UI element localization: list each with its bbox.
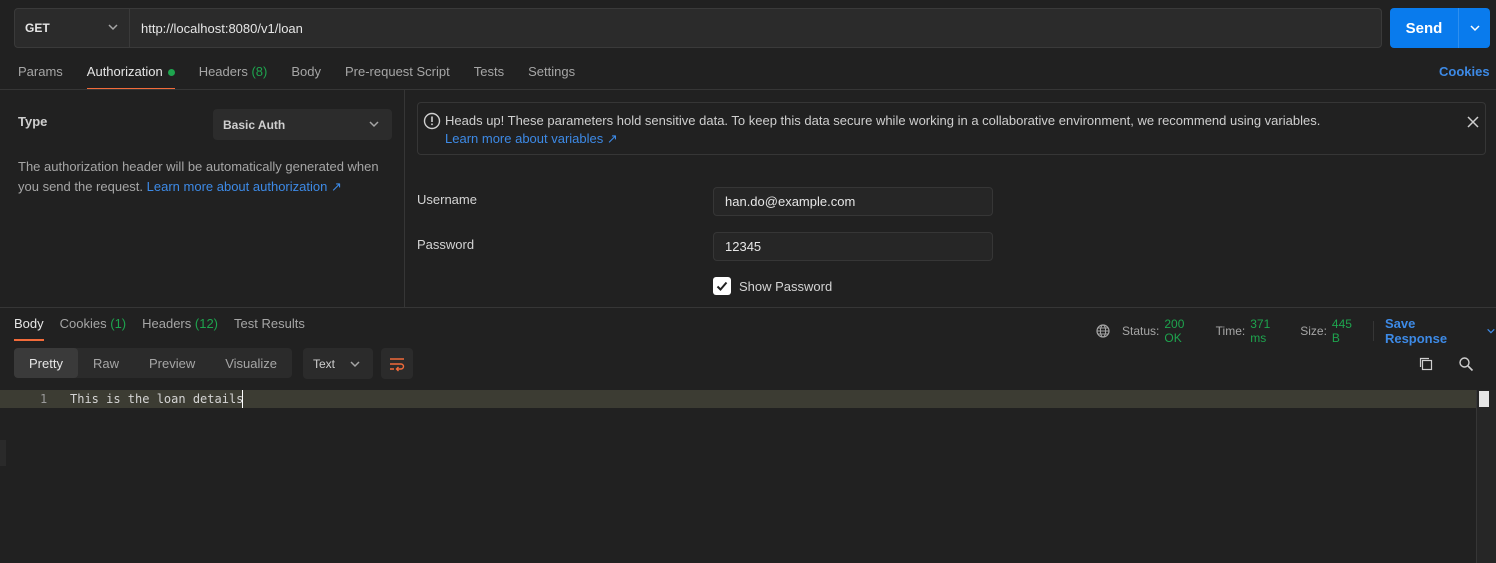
tab-response-body[interactable]: Body xyxy=(14,316,44,341)
scrollbar[interactable] xyxy=(1476,390,1496,563)
method-label: GET xyxy=(25,21,50,35)
tab-test-results[interactable]: Test Results xyxy=(234,316,305,341)
wrap-lines-button[interactable] xyxy=(381,348,413,379)
divider xyxy=(0,89,1496,90)
tab-headers[interactable]: Headers (8) xyxy=(199,64,268,90)
show-password-label[interactable]: Show Password xyxy=(739,279,832,294)
request-tabs: Params Authorization Headers (8) Body Pr… xyxy=(18,64,599,90)
size-label: Size: xyxy=(1300,324,1327,338)
panel-divider xyxy=(404,90,405,307)
wrap-lines-icon xyxy=(390,357,405,371)
search-icon[interactable] xyxy=(1458,356,1474,375)
left-edge-marker xyxy=(0,440,6,466)
tab-body-label: Body xyxy=(291,64,321,79)
tab-response-cookies-count: (1) xyxy=(110,316,127,331)
tab-response-headers-label: Headers xyxy=(142,316,192,331)
tab-test-results-label: Test Results xyxy=(234,316,305,331)
url-text: http://localhost:8080/v1/loan xyxy=(141,20,303,36)
stats-divider xyxy=(1372,321,1374,341)
text-cursor xyxy=(242,390,243,408)
username-value: han.do@example.com xyxy=(725,194,856,209)
learn-more-authorization-link[interactable]: Learn more about authorization ↗ xyxy=(147,179,342,194)
tab-body[interactable]: Body xyxy=(291,64,321,90)
url-input[interactable]: http://localhost:8080/v1/loan xyxy=(129,8,1382,48)
tab-response-cookies[interactable]: Cookies (1) xyxy=(60,316,126,341)
globe-icon[interactable] xyxy=(1096,324,1110,338)
type-label: Type xyxy=(18,114,48,129)
tab-authorization[interactable]: Authorization xyxy=(86,64,175,90)
info-icon xyxy=(423,112,441,133)
password-field[interactable]: 12345 xyxy=(713,232,993,261)
auth-type-select[interactable]: Basic Auth xyxy=(213,109,392,140)
preview-button[interactable]: Preview xyxy=(134,348,210,378)
scrollbar-thumb[interactable] xyxy=(1479,391,1489,407)
time-label: Time: xyxy=(1215,324,1246,338)
chevron-down-icon xyxy=(368,118,380,133)
save-response-button[interactable]: Save Response xyxy=(1385,316,1496,346)
auth-description: The authorization header will be automat… xyxy=(18,157,388,197)
show-password-checkbox[interactable] xyxy=(713,277,731,295)
response-stats: Status: 200 OK Time: 371 ms Size: 445 B Sav… xyxy=(1096,316,1496,346)
tab-response-headers-count: (12) xyxy=(194,316,219,331)
send-button[interactable]: Send xyxy=(1390,8,1490,48)
tab-headers-label: Headers xyxy=(198,64,248,79)
active-dot-icon xyxy=(167,69,175,77)
auth-type-value: Basic Auth xyxy=(223,117,286,132)
tab-tests-label: Tests xyxy=(473,64,505,79)
method-select[interactable]: GET xyxy=(14,8,130,48)
chevron-down-icon xyxy=(349,358,361,373)
cookies-link[interactable]: Cookies xyxy=(1439,64,1490,79)
tab-settings[interactable]: Settings xyxy=(528,64,575,90)
format-toggle: Pretty Raw Preview Visualize xyxy=(14,348,293,378)
format-type-value: Text xyxy=(313,356,336,371)
tab-params-label: Params xyxy=(18,64,63,79)
pretty-button[interactable]: Pretty xyxy=(14,348,78,378)
tab-settings-label: Settings xyxy=(528,64,576,79)
line-number: 1 xyxy=(40,392,48,406)
tab-response-headers[interactable]: Headers (12) xyxy=(142,316,218,341)
check-icon xyxy=(716,281,728,291)
status-label: Status: xyxy=(1122,324,1160,338)
save-response-label: Save Response xyxy=(1384,316,1448,346)
tab-pre-request-label: Pre-request Script xyxy=(344,64,450,79)
status-value: 200 OK xyxy=(1164,317,1185,345)
divider xyxy=(0,307,1496,308)
response-tabs: Body Cookies (1) Headers (12) Test Resul… xyxy=(14,316,321,341)
tab-pre-request-script[interactable]: Pre-request Script xyxy=(345,64,450,90)
tab-headers-count: (8) xyxy=(251,64,268,79)
username-field[interactable]: han.do@example.com xyxy=(713,187,993,216)
time-value: 371 ms xyxy=(1250,317,1271,345)
raw-button[interactable]: Raw xyxy=(78,348,134,378)
chevron-down-icon xyxy=(1487,328,1495,334)
tab-params[interactable]: Params xyxy=(18,64,63,90)
size-value: 445 B xyxy=(1331,317,1352,345)
response-body-text[interactable]: This is the loan details xyxy=(70,392,243,406)
close-icon[interactable] xyxy=(1466,115,1480,132)
chevron-down-icon xyxy=(107,21,119,36)
visualize-button[interactable]: Visualize xyxy=(210,348,292,378)
sensitive-data-alert: Heads up! These parameters hold sensitiv… xyxy=(417,102,1486,155)
alert-message: Heads up! These parameters hold sensitiv… xyxy=(445,113,1321,128)
send-label: Send xyxy=(1405,19,1443,37)
tab-authorization-label: Authorization xyxy=(86,64,163,79)
password-value: 12345 xyxy=(725,239,762,254)
learn-more-variables-link[interactable]: Learn more about variables ↗ xyxy=(445,131,618,147)
format-type-select[interactable]: Text xyxy=(303,348,373,379)
copy-icon[interactable] xyxy=(1418,356,1434,375)
tab-tests[interactable]: Tests xyxy=(474,64,504,90)
tab-response-body-label: Body xyxy=(14,316,44,331)
send-options-chevron-icon[interactable] xyxy=(1459,22,1490,34)
username-label: Username xyxy=(417,192,477,207)
tab-response-cookies-label: Cookies xyxy=(59,316,107,331)
password-label: Password xyxy=(417,237,475,252)
